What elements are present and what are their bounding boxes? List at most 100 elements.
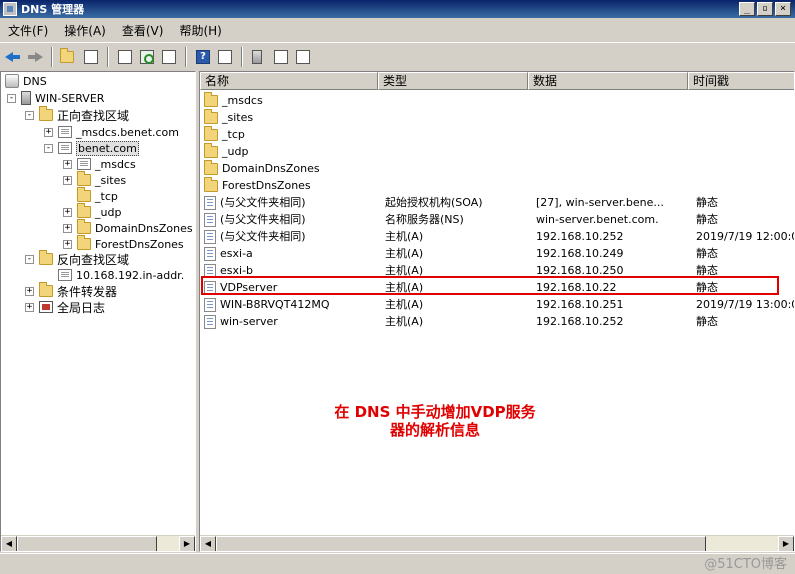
cell-name: _tcp (204, 126, 378, 143)
folder-icon (204, 92, 218, 107)
table-row[interactable]: (与父文件夹相同) 名称服务器(NS) win-server.benet.com. 静… (202, 211, 794, 228)
tree-item-benet-msdcs[interactable]: + _msdcs (63, 156, 136, 172)
tree-item-forward-zones[interactable]: - 正向查找区域 (25, 106, 130, 123)
record-name: (与父文件夹相同) (220, 196, 306, 209)
expand-icon[interactable]: + (25, 302, 34, 312)
table-row[interactable]: _msdcs (202, 92, 794, 109)
table-row[interactable]: ForestDnsZones (202, 177, 794, 194)
column-header-data[interactable]: 数据 (528, 72, 688, 90)
scroll-right-button[interactable]: ▶ (778, 536, 794, 551)
cell-timestamp (696, 143, 794, 160)
server-button[interactable] (249, 47, 269, 67)
back-button[interactable] (3, 47, 23, 67)
tree-item-global-logs[interactable]: + 全局日志 (25, 299, 105, 315)
help-button[interactable]: ? (193, 47, 213, 67)
cell-data: 192.168.10.250 (536, 264, 624, 277)
scroll-thumb[interactable] (216, 536, 706, 551)
scroll-left-button[interactable]: ◀ (1, 536, 17, 551)
cell-name: (与父文件夹相同) (204, 228, 378, 245)
folder-icon (204, 126, 218, 141)
tree-item-benet-sites[interactable]: + _sites (63, 171, 126, 188)
cell-data (536, 92, 686, 109)
dns-icon (5, 74, 19, 88)
record-name: ForestDnsZones (222, 179, 311, 192)
collapse-icon[interactable]: - (7, 93, 16, 103)
table-row[interactable]: esxi-a 主机(A) 192.168.10.249 静态 (202, 245, 794, 262)
minimize-button[interactable]: _ (739, 2, 755, 16)
properties-button[interactable] (115, 47, 135, 67)
new-record-button[interactable] (271, 47, 291, 67)
column-header-name[interactable]: 名称 (200, 72, 378, 90)
new-zone-button[interactable] (293, 47, 313, 67)
expand-icon[interactable]: + (63, 159, 72, 169)
tree-item-server[interactable]: - WIN-SERVER (7, 90, 104, 106)
folder-icon (204, 177, 218, 192)
annotation-text: 在 DNS 中手动增加VDP服务 器的解析信息 (320, 403, 550, 439)
record-name: esxi-b (220, 264, 254, 277)
collapse-icon[interactable]: - (25, 254, 34, 264)
tree-item-conditional-forwarders[interactable]: + 条件转发器 (25, 282, 117, 299)
record-name: _msdcs (222, 94, 263, 107)
cell-timestamp (696, 126, 794, 143)
close-button[interactable]: × (775, 2, 791, 16)
expand-icon[interactable]: + (44, 127, 53, 137)
tree-item-reverse-zone[interactable]: 10.168.192.in-addr. (44, 267, 184, 283)
menu-file[interactable]: 文件(F) (2, 20, 54, 41)
cell-data (536, 143, 686, 160)
show-action-pane-button[interactable] (215, 47, 235, 67)
menu-view[interactable]: 查看(V) (116, 20, 170, 41)
tree-item-domaindnszones[interactable]: + DomainDnsZones (63, 219, 193, 236)
expand-icon[interactable]: + (63, 223, 72, 233)
cell-type (385, 143, 530, 160)
cell-type: 主机(A) (385, 247, 424, 260)
dns-app-icon (3, 2, 17, 16)
tree-item-reverse-zones[interactable]: - 反向查找区域 (25, 250, 130, 267)
table-row[interactable]: _sites (202, 109, 794, 126)
tree-item-msdcs-zone[interactable]: + _msdcs.benet.com (44, 124, 179, 140)
table-row[interactable]: _udp (202, 143, 794, 160)
table-row[interactable]: (与父文件夹相同) 起始授权机构(SOA) [27], win-server.ben… (202, 194, 794, 211)
tree-label: 正向查找区域 (57, 108, 130, 123)
tree-item-dns[interactable]: DNS (5, 73, 47, 89)
expand-icon[interactable]: + (25, 286, 34, 296)
cell-data: 192.168.10.252 (536, 315, 624, 328)
tree-label: 全局日志 (57, 300, 106, 315)
table-row[interactable]: DomainDnsZones (202, 160, 794, 177)
menu-help[interactable]: 帮助(H) (173, 20, 227, 41)
up-level-button[interactable] (59, 47, 79, 67)
forward-button[interactable] (25, 47, 45, 67)
list-horizontal-scrollbar[interactable]: ◀ ▶ (200, 535, 794, 551)
tree-label: 反向查找区域 (57, 252, 130, 267)
export-list-button[interactable] (159, 47, 179, 67)
tree-item-benet-udp[interactable]: + _udp (63, 203, 121, 220)
refresh-button[interactable] (137, 47, 157, 67)
record-icon (204, 280, 216, 295)
expand-icon[interactable]: + (63, 239, 72, 249)
table-row[interactable]: VDPserver 主机(A) 192.168.10.22 静态 (202, 279, 794, 296)
expand-icon[interactable]: + (63, 175, 72, 185)
tree-item-benet-tcp[interactable]: _tcp (63, 187, 118, 204)
table-row[interactable]: (与父文件夹相同) 主机(A) 192.168.10.252 2019/7/19 12… (202, 228, 794, 245)
tree-horizontal-scrollbar[interactable]: ◀ ▶ (1, 535, 195, 551)
menu-action[interactable]: 操作(A) (58, 20, 112, 41)
column-header-timestamp[interactable]: 时间戳 (688, 72, 794, 90)
cell-type: 主机(A) (385, 281, 424, 294)
collapse-icon[interactable]: - (25, 110, 34, 120)
table-row[interactable]: WIN-B8RVQT412MQ 主机(A) 192.168.10.251 2019/7… (202, 296, 794, 313)
show-hide-tree-button[interactable] (81, 47, 101, 67)
folder-icon (77, 171, 91, 186)
collapse-icon[interactable]: - (44, 143, 53, 153)
table-row[interactable]: win-server 主机(A) 192.168.10.252 静态 (202, 313, 794, 330)
folder-icon (39, 282, 53, 297)
scroll-right-button[interactable]: ▶ (179, 536, 195, 551)
record-icon (204, 229, 216, 244)
tree-item-benet-zone[interactable]: - benet.com (44, 140, 139, 156)
table-row[interactable]: esxi-b 主机(A) 192.168.10.250 静态 (202, 262, 794, 279)
expand-icon[interactable]: + (63, 207, 72, 217)
record-name: WIN-B8RVQT412MQ (220, 298, 330, 311)
restore-button[interactable]: ▫ (757, 2, 773, 16)
column-header-type[interactable]: 类型 (378, 72, 528, 90)
scroll-thumb[interactable] (17, 536, 157, 551)
table-row[interactable]: _tcp (202, 126, 794, 143)
scroll-left-button[interactable]: ◀ (200, 536, 216, 551)
